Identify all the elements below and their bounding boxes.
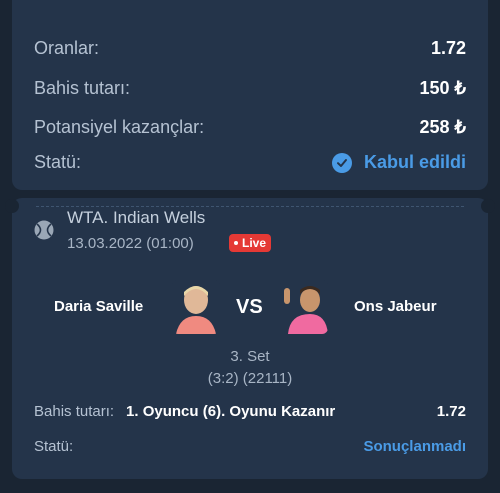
bet-summary-card: Oranlar: 1.72 Bahis tutarı: 150 ₺ Potans… <box>12 0 488 190</box>
check-circle-icon <box>331 152 352 173</box>
tennis-ball-icon <box>34 220 54 240</box>
ticket-notch-left <box>5 199 19 213</box>
ticket-notch-right <box>481 199 495 213</box>
status-accepted: Kabul edildi <box>331 152 466 173</box>
score-label: (3:2) (22111) <box>207 370 293 387</box>
player1-name: Daria Saville <box>54 298 144 315</box>
event-status-value: Sonuçlanmadı <box>363 438 466 455</box>
divider <box>36 206 464 207</box>
event-card: WTA. Indian Wells 13.03.2022 (01:00) Liv… <box>5 198 495 479</box>
player1-avatar <box>172 280 220 334</box>
potential-row: Potansiyel kazançlar: 258 ₺ <box>34 117 466 138</box>
stake-row: Bahis tutarı: 150 ₺ <box>34 78 466 99</box>
odds-value: 1.72 <box>430 38 466 58</box>
odds-label: Oranlar: <box>34 38 100 58</box>
bet-label: Bahis tutarı: <box>34 403 115 420</box>
vs-label: VS <box>236 296 263 318</box>
live-badge: Live <box>229 234 272 252</box>
status-label: Statü: <box>34 152 82 172</box>
status-row: Statü: Kabul edildi <box>34 152 466 173</box>
bet-row: Bahis tutarı: 1. Oyuncu (6). Oyunu Kazan… <box>34 403 466 420</box>
potential-label: Potansiyel kazançlar: <box>34 117 205 137</box>
potential-value: 258 ₺ <box>419 117 467 137</box>
set-label: 3. Set <box>230 348 270 365</box>
status-accepted-text: Kabul edildi <box>363 152 466 172</box>
event-status-label: Statü: <box>34 438 74 455</box>
live-badge-text: Live <box>242 236 267 250</box>
stake-value: 150 ₺ <box>419 78 467 98</box>
league-name: WTA. Indian Wells <box>67 208 206 227</box>
live-dot-icon <box>234 241 238 245</box>
odds-row: Oranlar: 1.72 <box>34 38 466 59</box>
event-date: 13.03.2022 (01:00) <box>67 235 194 252</box>
stake-label: Bahis tutarı: <box>34 78 131 98</box>
bet-selection: 1. Oyuncu (6). Oyunu Kazanır <box>126 403 336 420</box>
event-status-row: Statü: Sonuçlanmadı <box>34 438 466 455</box>
bet-odds: 1.72 <box>436 403 466 420</box>
player2-avatar <box>280 280 328 334</box>
player2-name: Ons Jabeur <box>354 298 437 315</box>
